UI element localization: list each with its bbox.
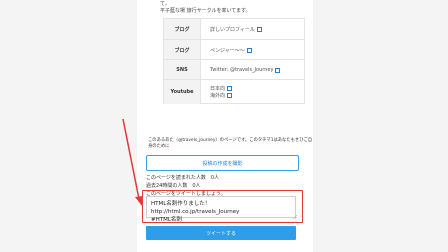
annotation-arrow-icon (122, 118, 143, 206)
